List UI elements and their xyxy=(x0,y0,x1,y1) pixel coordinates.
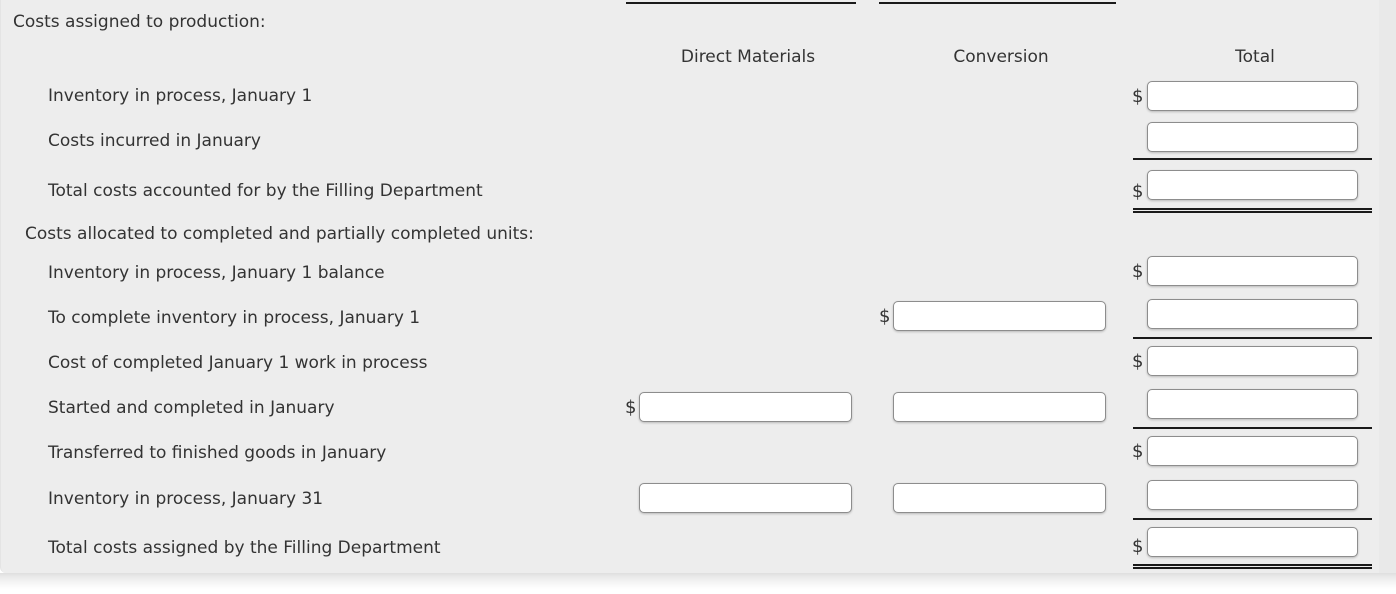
row-label-inventory-in-process-january-1-balance: Inventory in process, January 1 balance xyxy=(48,263,385,283)
input-direct-materials-inventory-in-process-january-31[interactable] xyxy=(639,483,852,513)
dollar-sign-total-row-5: $ xyxy=(1132,351,1144,372)
row-label-transferred-to-finished-goods-in-january: Transferred to finished goods in January xyxy=(48,443,387,463)
row-label-total-costs-assigned-by-filling-department: Total costs assigned by the Filling Depa… xyxy=(48,538,441,558)
input-conversion-started-and-completed[interactable] xyxy=(893,392,1106,422)
dollar-sign-direct-materials-row-6: $ xyxy=(625,397,637,418)
row-label-inventory-in-process-january-1: Inventory in process, January 1 xyxy=(48,86,313,106)
subtotal-rule-total-above-cost-of-completed xyxy=(1133,337,1372,339)
panel-right-edge xyxy=(1379,0,1396,573)
row-label-to-complete-inventory-in-process-january-1: To complete inventory in process, Januar… xyxy=(48,308,421,328)
input-total-to-complete-inventory-in-process[interactable] xyxy=(1147,299,1358,329)
input-total-inventory-in-process-january-1[interactable] xyxy=(1147,81,1358,111)
dollar-sign-total-row-9: $ xyxy=(1132,536,1144,557)
dollar-sign-total-row-3: $ xyxy=(1132,261,1144,282)
subtotal-rule-total-above-total-costs-accounted xyxy=(1133,158,1372,160)
dollar-sign-total-row-0: $ xyxy=(1132,86,1144,107)
dollar-sign-total-row-7: $ xyxy=(1132,441,1144,462)
input-total-inventory-in-process-january-31[interactable] xyxy=(1147,480,1358,510)
top-rule-direct-materials xyxy=(626,2,856,4)
input-total-costs-assigned-by-filling-department[interactable] xyxy=(1147,527,1358,557)
subtotal-rule-total-above-total-costs-assigned xyxy=(1133,518,1372,520)
input-conversion-to-complete-inventory-in-process[interactable] xyxy=(893,301,1106,331)
row-label-inventory-in-process-january-31: Inventory in process, January 31 xyxy=(48,489,324,509)
column-header-direct-materials: Direct Materials xyxy=(680,47,816,67)
row-label-total-costs-accounted-for: Total costs accounted for by the Filling… xyxy=(48,181,483,201)
column-header-total: Total xyxy=(1235,47,1275,67)
input-total-transferred-to-finished-goods[interactable] xyxy=(1147,436,1358,466)
input-total-inventory-in-process-january-1-balance[interactable] xyxy=(1147,256,1358,286)
row-label-started-and-completed-in-january: Started and completed in January xyxy=(48,398,335,418)
input-total-costs-incurred-in-january[interactable] xyxy=(1147,122,1358,152)
panel-bottom-shadow xyxy=(0,573,1396,594)
subtotal-rule-total-above-transferred-to-finished-goods xyxy=(1133,427,1372,429)
input-direct-materials-started-and-completed[interactable] xyxy=(639,392,852,422)
input-total-started-and-completed[interactable] xyxy=(1147,389,1358,419)
double-rule-total-costs-accounted-for xyxy=(1133,208,1372,213)
input-total-costs-accounted-for[interactable] xyxy=(1147,170,1358,200)
input-total-cost-of-completed-january-1-work[interactable] xyxy=(1147,346,1358,376)
double-rule-total-costs-assigned xyxy=(1133,564,1372,569)
top-rule-conversion xyxy=(879,2,1116,4)
row-label-cost-of-completed-january-1-work-in-process: Cost of completed January 1 work in proc… xyxy=(48,353,428,373)
section-header-costs-allocated: Costs allocated to completed and partial… xyxy=(25,224,534,244)
row-label-costs-incurred-in-january: Costs incurred in January xyxy=(48,131,261,151)
column-header-conversion: Conversion xyxy=(953,47,1049,67)
dollar-sign-total-row-2: $ xyxy=(1132,181,1144,202)
input-conversion-inventory-in-process-january-31[interactable] xyxy=(893,483,1106,513)
section-header-costs-assigned: Costs assigned to production: xyxy=(13,12,266,32)
worksheet-stage: Costs assigned to production: Direct Mat… xyxy=(0,0,1396,594)
dollar-sign-conversion-row-4: $ xyxy=(879,306,891,327)
